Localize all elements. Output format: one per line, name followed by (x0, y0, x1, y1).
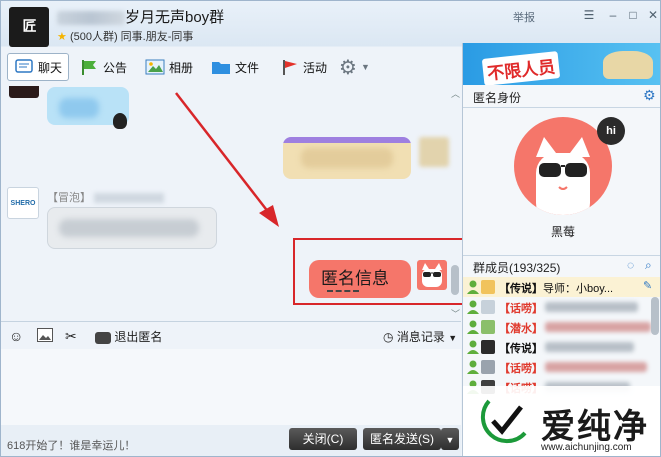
anon-identity-title: 匿名身份 (473, 91, 522, 105)
scroll-down-icon[interactable]: ﹀ (451, 307, 460, 320)
input-toolbar: ☺ ✂ 退出匿名 ◷ 消息记录 ▼ (1, 321, 461, 349)
member-scrollbar[interactable] (651, 297, 659, 335)
chat-scrollbar[interactable] (451, 265, 459, 295)
exit-anon-button[interactable]: 退出匿名 (95, 328, 162, 345)
history-label: 消息记录 (396, 330, 445, 344)
scroll-up-icon[interactable]: ︿ (451, 87, 460, 100)
history-button[interactable]: ◷ 消息记录 ▼ (383, 328, 457, 345)
member-count: 群成员(193/325) (473, 261, 561, 275)
anon-avatar-small (417, 260, 447, 290)
member-name-blurred (545, 302, 638, 312)
person-icon (467, 300, 479, 314)
edit-icon[interactable]: ✎ (643, 279, 652, 292)
chevron-down-icon: ▼ (445, 435, 455, 445)
member-avatar (481, 320, 495, 334)
member-role: 【话唠】 (499, 363, 543, 375)
send-options-button[interactable]: ▼ (441, 428, 459, 450)
anon-name: 黑莓 (550, 225, 575, 239)
watermark-text: 爱纯净 (541, 408, 649, 446)
footer-tip: 618开始了！谁是幸运儿！ (7, 440, 136, 452)
qq-group-chat-window: 匠 岁月无声boy群 ★ (500人群) 同事.朋友-同事 举报 ☰ – □ ✕… (0, 0, 661, 457)
member-name-blurred (545, 342, 634, 352)
member-name-blurred (545, 322, 651, 332)
member-avatar (481, 360, 495, 374)
anon-message-bubble: 匿名信息 (309, 260, 411, 298)
member-name-blurred (545, 362, 647, 372)
anon-message-underline (327, 290, 359, 292)
watermark-logo (475, 393, 533, 449)
anon-mask-icon (95, 331, 111, 344)
chat-bubble-icon[interactable]: ◌ (627, 258, 634, 272)
member-role: 【传说】 (499, 283, 543, 295)
member-row[interactable]: 【话唠】 (463, 357, 660, 377)
scissors-icon[interactable]: ✂ (65, 328, 77, 345)
member-row[interactable]: 【传说】 (463, 337, 660, 357)
exit-anon-label: 退出匿名 (114, 330, 163, 344)
hi-badge: hi (597, 117, 625, 145)
member-avatar (481, 280, 495, 294)
watermark-url: www.aichunjing.com (541, 442, 632, 453)
member-role: 【话唠】 (499, 303, 543, 315)
clock-icon: ◷ (383, 330, 394, 344)
member-list-header: 群成员(193/325) ◌ ⌕ (463, 255, 660, 275)
member-role: 【传说】 (499, 343, 543, 355)
banner-ship-graphic (603, 51, 653, 79)
anon-message-text: 匿名信息 (321, 269, 389, 288)
anon-send-button[interactable]: 匿名发送(S) (363, 428, 441, 450)
member-row[interactable]: 【潜水】 (463, 317, 660, 337)
member-avatar (481, 340, 495, 354)
identity-divider (463, 107, 660, 108)
settings-gear-icon[interactable]: ⚙ (643, 87, 656, 104)
member-row[interactable]: 【传说】 导师：小boy... ✎ (463, 277, 660, 297)
person-icon (467, 340, 479, 354)
close-button[interactable]: 关闭(C) (289, 428, 357, 450)
member-name: 导师：小boy... (543, 283, 614, 295)
image-icon[interactable] (37, 328, 53, 345)
member-avatar (481, 300, 495, 314)
ad-banner[interactable]: 不限人员 (463, 43, 660, 85)
banner-text: 不限人员 (481, 51, 561, 85)
chevron-down-icon: ▼ (448, 333, 458, 343)
member-role: 【潜水】 (499, 323, 543, 335)
person-icon (467, 280, 479, 294)
person-icon (467, 320, 479, 334)
person-icon (467, 360, 479, 374)
search-icon[interactable]: ⌕ (645, 258, 652, 273)
member-row[interactable]: 【话唠】 (463, 297, 660, 317)
message-input[interactable] (1, 349, 461, 425)
emoji-icon[interactable]: ☺ (9, 328, 23, 344)
